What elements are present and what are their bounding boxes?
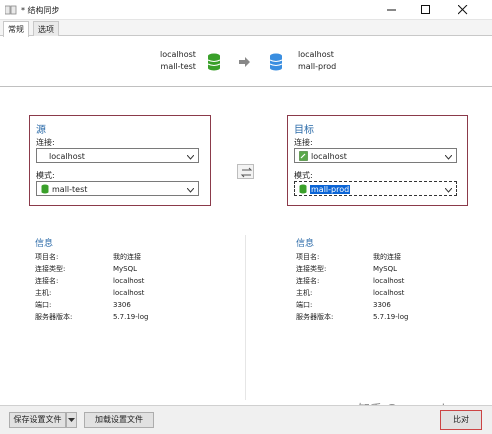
info-key: 主机: (35, 289, 52, 297)
target-info-table: 项目名: 我的连接 连接类型: MySQL 连接名: localhost 主机:… (296, 251, 476, 331)
source-schema-value: mall-test (52, 185, 88, 194)
chevron-down-icon (444, 153, 453, 162)
minimize-button[interactable] (377, 2, 407, 18)
maximize-icon (421, 5, 430, 14)
target-schema-label: 模式: (294, 171, 313, 180)
info-value: localhost (373, 277, 405, 285)
close-button[interactable] (448, 2, 478, 18)
app-icon (4, 5, 17, 15)
chevron-down-icon (444, 186, 453, 195)
info-value: 3306 (113, 301, 131, 309)
close-icon (458, 5, 468, 15)
info-value: localhost (113, 289, 145, 297)
target-connection-value: localhost (311, 152, 347, 161)
tab-bar: 常规 选项 (0, 20, 492, 37)
info-value: localhost (373, 289, 405, 297)
target-database-icon (269, 53, 283, 73)
target-title: 目标 (294, 125, 314, 136)
connection-icon (299, 151, 308, 163)
window-title: * 结构同步 (21, 6, 60, 15)
chevron-down-icon (186, 153, 195, 162)
maximize-button[interactable] (411, 2, 441, 18)
source-summary-host: localhost (160, 50, 196, 59)
info-value: localhost (113, 277, 145, 285)
info-key: 连接名: (35, 277, 59, 285)
footer-bar: 保存设置文件 加载设置文件 比对 (0, 405, 492, 434)
target-group: 目标 连接: localhost 模式: mall-prod (287, 115, 468, 206)
chevron-down-icon (186, 186, 195, 195)
tab-options[interactable]: 选项 (33, 21, 59, 36)
target-schema-select[interactable]: mall-prod (294, 181, 457, 196)
source-connection-label: 连接: (36, 138, 55, 147)
compare-button[interactable]: 比对 (440, 410, 482, 430)
info-key: 连接类型: (35, 265, 66, 273)
database-icon (299, 184, 307, 196)
target-connection-label: 连接: (294, 138, 313, 147)
info-value: 3306 (373, 301, 391, 309)
source-connection-value: localhost (49, 152, 85, 161)
info-value: MySQL (373, 265, 398, 273)
info-key: 端口: (296, 301, 313, 309)
info-value: 我的连接 (113, 253, 141, 261)
save-settings-button[interactable]: 保存设置文件 (9, 412, 66, 428)
title-bar: * 结构同步 (0, 0, 492, 20)
source-title: 源 (36, 125, 46, 136)
info-value: 5.7.19-log (113, 313, 149, 321)
right-arrow-icon (239, 57, 251, 69)
tab-general[interactable]: 常规 (3, 21, 29, 37)
source-group: 源 连接: localhost 模式: mall-test (29, 115, 211, 206)
chevron-down-icon (68, 418, 75, 422)
target-summary-host: localhost (298, 50, 334, 59)
swap-button[interactable] (237, 164, 254, 179)
sync-summary: localhost mall-test localhost mall-prod (0, 37, 492, 87)
info-value: 5.7.19-log (373, 313, 409, 321)
database-icon (41, 184, 49, 196)
swap-icon (240, 167, 253, 178)
info-value: 我的连接 (373, 253, 401, 261)
target-summary: localhost mall-prod (298, 49, 336, 73)
load-settings-button[interactable]: 加载设置文件 (84, 412, 154, 428)
target-info-title: 信息 (296, 239, 315, 249)
target-schema-value: mall-prod (310, 185, 351, 194)
minimize-icon (387, 9, 396, 11)
info-key: 主机: (296, 289, 313, 297)
source-schema-select[interactable]: mall-test (36, 181, 199, 196)
source-schema-label: 模式: (36, 171, 55, 180)
main-content: 源 连接: localhost 模式: mall-test 目标 连接: loc… (0, 88, 492, 404)
divider (245, 235, 246, 400)
source-summary-schema: mall-test (160, 62, 196, 71)
info-key: 项目名: (296, 253, 320, 261)
info-key: 连接名: (296, 277, 320, 285)
info-key: 连接类型: (296, 265, 327, 273)
info-key: 服务器版本: (296, 313, 334, 321)
source-connection-select[interactable]: localhost (36, 148, 199, 163)
info-key: 端口: (35, 301, 52, 309)
source-database-icon (207, 53, 221, 73)
save-settings-dropdown[interactable] (66, 412, 77, 428)
target-summary-schema: mall-prod (298, 62, 337, 71)
target-connection-select[interactable]: localhost (294, 148, 457, 163)
info-key: 服务器版本: (35, 313, 73, 321)
source-summary: localhost mall-test (160, 49, 196, 73)
source-info-table: 项目名: 我的连接 连接类型: MySQL 连接名: localhost 主机:… (35, 251, 235, 331)
info-key: 项目名: (35, 253, 59, 261)
info-value: MySQL (113, 265, 138, 273)
source-info-title: 信息 (35, 239, 54, 249)
